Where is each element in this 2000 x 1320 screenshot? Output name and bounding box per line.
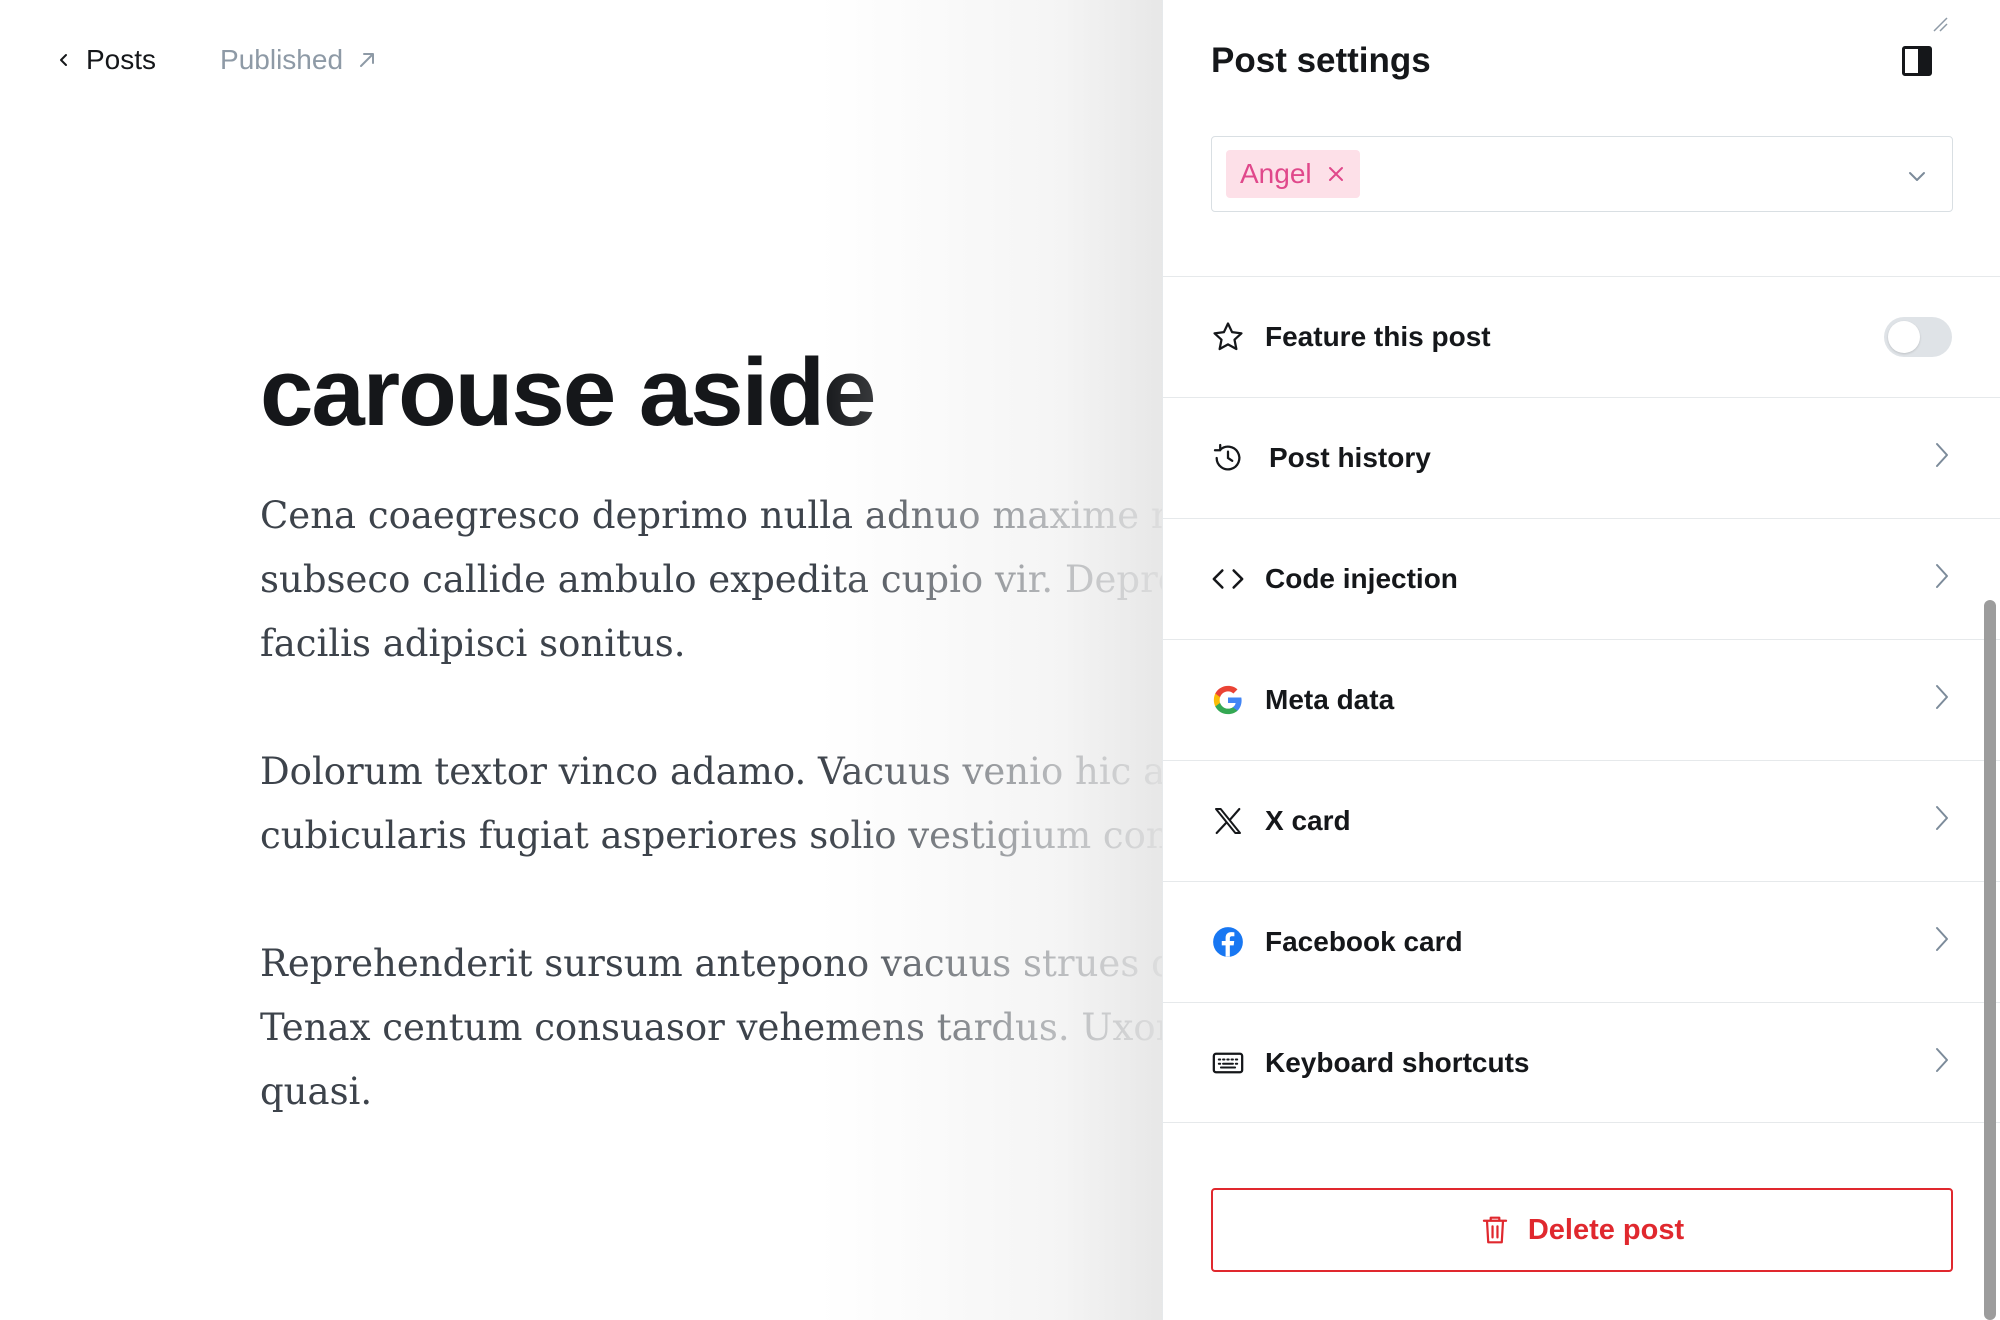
keyboard-shortcuts-row[interactable]: Keyboard shortcuts [1163,1002,2000,1123]
keyboard-icon [1211,1046,1245,1080]
delete-post-button[interactable]: Delete post [1211,1188,1953,1272]
star-icon [1211,320,1245,354]
back-link-label: Posts [86,44,157,75]
editor-topnav: Posts Published [56,44,377,76]
meta-data-label: Meta data [1265,684,1395,715]
code-injection-label: Code injection [1265,563,1458,594]
feature-post-row[interactable]: Feature this post [1163,276,2000,397]
remove-tag-icon[interactable] [1326,164,1346,184]
code-injection-row[interactable]: Code injection [1163,518,2000,639]
post-paragraph[interactable]: Reprehenderit sursum antepono vacuus str… [260,932,1162,1124]
post-status-link[interactable]: Published [220,44,377,76]
toggle-knob [1888,321,1920,353]
chevron-right-icon [1936,1047,1948,1072]
facebook-card-row[interactable]: Facebook card [1163,881,2000,1002]
post-body[interactable]: Cena coaegresco deprimo nulla adnuo maxi… [260,484,1162,1188]
post-paragraph[interactable]: Cena coaegresco deprimo nulla adnuo maxi… [260,484,1162,676]
external-arrow-icon [360,53,375,67]
chevron-right-icon [1936,806,1948,830]
chevron-right-icon [1936,443,1948,467]
chevron-right-icon [1936,927,1948,951]
back-to-posts-link[interactable]: Posts [56,44,156,76]
feature-post-label: Feature this post [1265,321,1491,352]
panel-title: Post settings [1211,41,1431,80]
post-history-label: Post history [1269,442,1431,473]
post-paragraph[interactable]: Dolorum textor vinco adamo. Vacuus venio… [260,740,1162,868]
x-logo-icon [1211,804,1245,838]
delete-post-label: Delete post [1527,1213,1685,1246]
editor-canvas: Posts Published carouse aside Cena coaeg… [0,0,1162,1320]
author-select[interactable]: Angel [1211,136,1953,212]
trash-icon [1482,1216,1508,1244]
code-icon [1211,562,1245,596]
chevron-left-icon [60,54,67,66]
x-card-label: X card [1265,805,1351,836]
google-icon [1211,683,1245,717]
settings-list: Feature this post Post history Code inje… [1163,276,2000,1123]
post-title[interactable]: carouse aside [260,338,876,448]
meta-data-row[interactable]: Meta data [1163,639,2000,760]
chevron-down-icon[interactable] [1906,165,1928,187]
panel-scrollbar[interactable] [1984,600,1996,1320]
author-tag: Angel [1226,150,1360,198]
post-history-row[interactable]: Post history [1163,397,2000,518]
sidebar-toggle-icon[interactable] [1902,46,1932,76]
chevron-right-icon [1936,685,1948,709]
post-status-label: Published [220,44,344,75]
resize-grip-icon[interactable] [1930,14,1948,32]
x-card-row[interactable]: X card [1163,760,2000,881]
post-settings-panel: Post settings Angel Feature this post Po… [1162,0,2000,1320]
keyboard-shortcuts-label: Keyboard shortcuts [1265,1046,1530,1078]
chevron-right-icon [1936,564,1948,588]
panel-header: Post settings [1211,36,1952,86]
history-icon [1211,441,1245,475]
author-tag-label: Angel [1240,158,1312,189]
facebook-icon [1211,925,1245,959]
feature-post-toggle[interactable] [1884,317,1952,357]
facebook-card-label: Facebook card [1265,926,1463,957]
